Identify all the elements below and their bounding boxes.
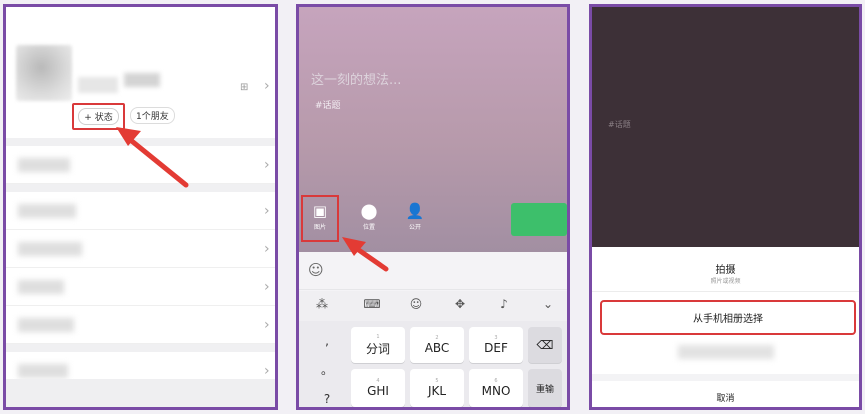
grid-icon[interactable]: ⁂: [311, 297, 333, 311]
person-icon: 👤: [405, 202, 425, 220]
blurred-option: [678, 345, 774, 359]
key-label: JKL: [427, 384, 447, 398]
keyboard-toolbar: ⁂ ⌨ ☺ ✥ ♪ ⌄: [299, 291, 567, 321]
key-3[interactable]: 3 DEF: [469, 327, 523, 363]
key-1[interactable]: 1 分词: [351, 327, 405, 363]
list-item-label-blurred: [18, 364, 68, 378]
key-2[interactable]: 2 ABC: [410, 327, 464, 363]
section-divider: [6, 344, 275, 352]
take-photo-label: 拍摄: [715, 265, 736, 276]
punct-key[interactable]: ,: [325, 334, 329, 348]
choose-from-album-button[interactable]: 从手机相册选择: [600, 300, 856, 335]
section-divider: [6, 184, 275, 192]
list-item[interactable]: ›: [6, 146, 275, 184]
punct-key[interactable]: 。: [321, 361, 333, 378]
photo-button[interactable]: ▣ 图片: [301, 195, 339, 242]
choose-from-album-label: 从手机相册选择: [693, 314, 763, 325]
chevron-right-icon: ›: [264, 157, 270, 173]
list-item[interactable]: ›: [6, 268, 275, 306]
action-sheet: 拍摄 照片或视频 从手机相册选择 取消: [592, 247, 859, 407]
emoji-icon[interactable]: ☺: [308, 261, 324, 279]
add-status-button[interactable]: + 状态: [72, 103, 125, 130]
bottom-spacer: [6, 379, 275, 407]
key-label: MNO: [481, 384, 511, 398]
list-item-label-blurred: [18, 204, 76, 218]
reset-key[interactable]: 重输: [528, 369, 562, 407]
list-item[interactable]: ›: [6, 306, 275, 344]
compose-area[interactable]: 这一刻的想法... #话题 ▣ 图片 ⬤ 位置 👤 公开: [299, 7, 567, 252]
location-pin-icon: ⬤: [360, 202, 378, 220]
emoji-icon[interactable]: ☺: [405, 297, 427, 311]
key-6[interactable]: 6 MNO: [469, 369, 523, 407]
section-gap: [592, 374, 859, 381]
cancel-button[interactable]: 取消: [592, 381, 859, 407]
delete-key[interactable]: ⌫: [528, 327, 562, 363]
visibility-label: 公开: [408, 224, 421, 231]
location-button[interactable]: ⬤ 位置: [354, 202, 384, 232]
key-label: GHI: [367, 384, 389, 398]
list-item-label-blurred: [18, 280, 64, 294]
chevron-right-icon: ›: [264, 279, 270, 295]
visibility-button[interactable]: 👤 公开: [400, 202, 430, 232]
friends-pill[interactable]: 1个朋友: [130, 107, 175, 124]
publish-button[interactable]: [511, 203, 567, 236]
keyboard-icon[interactable]: ⌨: [361, 297, 383, 311]
photo-source-panel: #话题 拍摄 照片或视频 从手机相册选择 取消: [589, 4, 862, 410]
list-item[interactable]: ›: [6, 192, 275, 230]
key-label: DEF: [484, 341, 508, 355]
take-photo-sublabel: 照片或视频: [710, 278, 741, 285]
cursor-move-icon[interactable]: ✥: [449, 297, 471, 311]
user-name-blurred: [78, 77, 118, 93]
punctuation-column[interactable]: , 。 ?: [305, 327, 349, 407]
section-divider: [6, 138, 275, 146]
compose-panel: 这一刻的想法... #话题 ▣ 图片 ⬤ 位置 👤 公开 ☺ ⁂ ⌨ ☺ ✥ ♪…: [296, 4, 570, 410]
emoji-bar: ☺: [299, 252, 567, 290]
topic-tag[interactable]: #话题: [315, 98, 341, 111]
chevron-right-icon: ›: [264, 241, 270, 257]
list-item-label-blurred: [18, 318, 74, 332]
list-item[interactable]: ›: [6, 230, 275, 268]
avatar[interactable]: [16, 45, 72, 101]
user-id-blurred: [124, 73, 160, 87]
chevron-right-icon: ›: [264, 203, 270, 219]
punct-key[interactable]: ?: [324, 392, 330, 406]
friends-label: 1个朋友: [136, 112, 169, 122]
location-label: 位置: [362, 224, 375, 231]
topic-tag: #话题: [608, 120, 631, 129]
keyboard: , 。 ? 1 分词 2 ABC 3 DEF ⌫ 4 GHI 5 JKL 6 M…: [299, 321, 567, 407]
dimmed-compose-area[interactable]: #话题: [592, 7, 859, 247]
chevron-down-icon[interactable]: ⌄: [537, 297, 559, 311]
key-5[interactable]: 5 JKL: [410, 369, 464, 407]
reset-key-label: 重输: [535, 384, 554, 395]
microphone-icon[interactable]: ♪: [493, 297, 515, 311]
chevron-right-icon: ›: [264, 363, 270, 379]
qr-code-icon[interactable]: ⊞: [240, 82, 248, 93]
backspace-icon: ⌫: [536, 338, 554, 352]
photo-label: 图片: [313, 224, 326, 231]
cancel-label: 取消: [716, 393, 735, 404]
list-item-label-blurred: [18, 242, 82, 256]
profile-panel: ⊞ › + 状态 1个朋友 › › › › › ›: [3, 4, 278, 410]
image-icon: ▣: [312, 202, 328, 220]
divider: [592, 291, 859, 292]
chevron-right-icon[interactable]: ›: [264, 78, 270, 94]
add-status-label: + 状态: [78, 108, 119, 125]
chevron-right-icon: ›: [264, 317, 270, 333]
key-label: ABC: [424, 341, 450, 355]
compose-placeholder: 这一刻的想法...: [311, 73, 402, 88]
key-label: 分词: [365, 341, 390, 356]
key-4[interactable]: 4 GHI: [351, 369, 405, 407]
list-item-label-blurred: [18, 158, 70, 172]
